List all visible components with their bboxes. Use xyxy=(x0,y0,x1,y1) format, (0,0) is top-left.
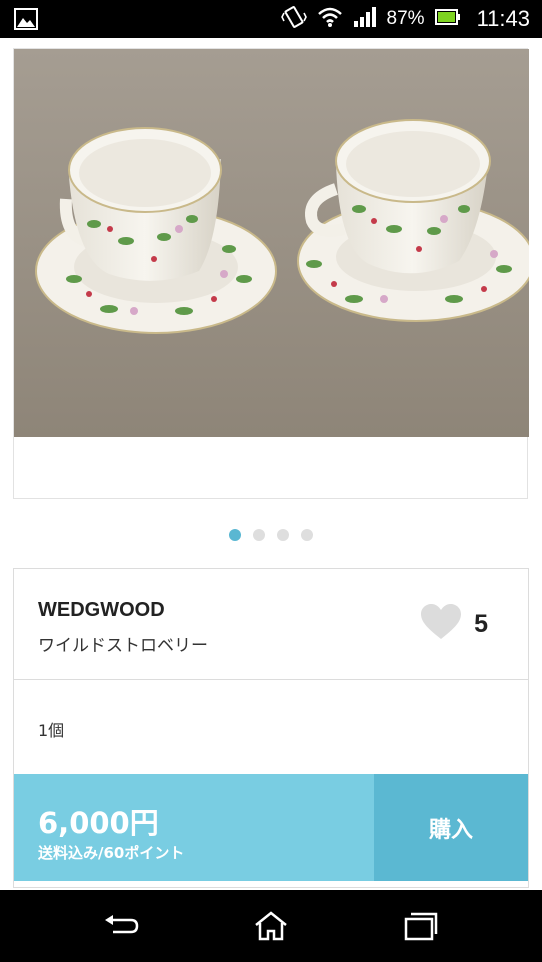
home-icon[interactable] xyxy=(251,906,291,946)
product-detail: WEDGWOOD ワイルドストロベリー 5 1個 6,000円 送料込み/60ポ… xyxy=(0,38,542,890)
wifi-icon xyxy=(317,6,343,33)
status-bar: 87% 11:43 xyxy=(0,0,542,38)
carousel-dot-1[interactable] xyxy=(229,529,241,541)
price-area: 6,000円 送料込み/60ポイント xyxy=(14,774,374,881)
vibrate-icon xyxy=(280,5,307,34)
like-button[interactable]: 5 xyxy=(420,603,488,645)
purchase-bar: 6,000円 送料込み/60ポイント 購入 xyxy=(14,774,528,881)
carousel-dot-2[interactable] xyxy=(253,529,265,541)
product-info-card: WEDGWOOD ワイルドストロベリー 5 1個 6,000円 送料込み/60ポ… xyxy=(13,568,529,888)
quantity-label: 1個 xyxy=(38,721,65,740)
like-count: 5 xyxy=(474,609,488,638)
heart-icon[interactable] xyxy=(420,603,462,645)
signal-icon xyxy=(353,6,377,33)
carousel-dot-4[interactable] xyxy=(301,529,313,541)
image-notification-icon xyxy=(14,8,38,35)
carousel-dot-3[interactable] xyxy=(277,529,289,541)
clock: 11:43 xyxy=(476,6,530,31)
battery-icon xyxy=(434,8,461,31)
price: 6,000円 xyxy=(38,806,159,840)
product-image-carousel[interactable] xyxy=(13,48,529,499)
buy-button[interactable]: 購入 xyxy=(374,774,528,881)
back-icon[interactable] xyxy=(102,906,142,946)
product-brand: WEDGWOOD xyxy=(38,599,165,621)
product-model: ワイルドストロベリー xyxy=(38,636,208,656)
navigation-bar xyxy=(0,890,542,962)
carousel-page-indicator[interactable] xyxy=(0,529,542,541)
product-photo[interactable] xyxy=(14,49,529,437)
battery-percent: 87% xyxy=(386,8,425,29)
divider xyxy=(14,679,528,680)
price-note: 送料込み/60ポイント xyxy=(38,844,185,862)
recent-apps-icon[interactable] xyxy=(401,906,441,946)
